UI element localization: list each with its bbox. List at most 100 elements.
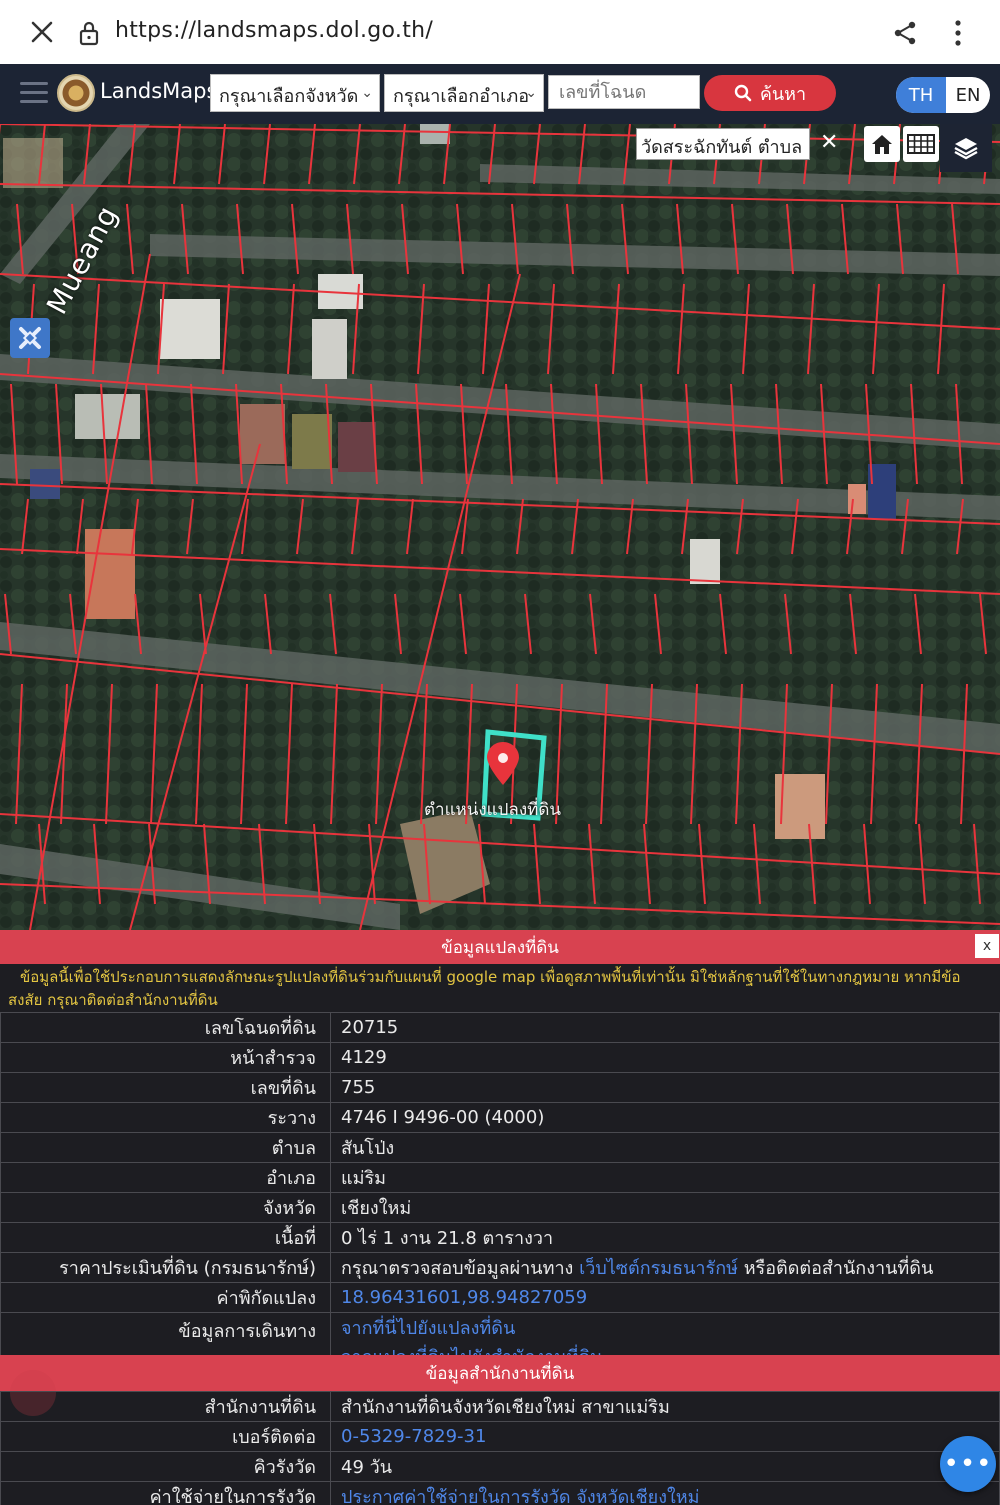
row-value: กรุณาตรวจสอบข้อมูลผ่านทาง เว็บไซต์กรมธนา… bbox=[330, 1252, 1000, 1283]
row-key: อำเภอ bbox=[0, 1162, 331, 1193]
parcel-info-table: เลขโฉนดที่ดิน 20715 หน้าสำรวจ 4129 เลขที่ดิน… bbox=[0, 1012, 1000, 1372]
row-value-text: 4746 I 9496-00 (4000) bbox=[341, 1107, 545, 1128]
table-row: หน้าสำรวจ 4129 bbox=[0, 1042, 1000, 1073]
row-key: ตำบล bbox=[0, 1132, 331, 1163]
panel-close-button[interactable]: x bbox=[975, 934, 999, 958]
province-select-value: กรุณาเลือกจังหวัด bbox=[219, 86, 359, 107]
table-row: เลขที่ดิน 755 bbox=[0, 1072, 1000, 1103]
chevron-down-icon: ⌄ bbox=[361, 85, 373, 101]
search-button[interactable]: ค้นหา bbox=[704, 75, 836, 111]
district-select[interactable]: กรุณาเลือกอำเภอ ⌄ bbox=[384, 74, 544, 112]
land-office-table: สำนักงานที่ดิน สำนักงานที่ดินจังหวัดเชียง… bbox=[0, 1391, 1000, 1505]
directions-to-parcel-link[interactable]: จากที่นี่ไปยังแปลงที่ดิน bbox=[341, 1318, 515, 1339]
table-row: ข้อมูลการเดินทาง จากที่นี่ไปยังแปลงที่ดิ… bbox=[0, 1312, 1000, 1372]
appraisal-suffix: หรือติดต่อสำนักงานที่ดิน bbox=[737, 1258, 934, 1279]
district-select-value: กรุณาเลือกอำเภอ bbox=[393, 86, 530, 107]
row-value: 755 bbox=[330, 1072, 1000, 1103]
row-key: ระวาง bbox=[0, 1102, 331, 1133]
row-value-text: 755 bbox=[341, 1077, 376, 1098]
table-row: คิวรังวัด 49 วัน bbox=[0, 1451, 1000, 1482]
coordinates-link[interactable]: 18.96431601,98.94827059 bbox=[341, 1287, 587, 1308]
province-select[interactable]: กรุณาเลือกจังหวัด ⌄ bbox=[210, 74, 380, 112]
grid-button[interactable] bbox=[903, 126, 939, 162]
search-icon bbox=[734, 84, 752, 102]
home-button[interactable] bbox=[864, 126, 900, 162]
parcel-location-label: ตำแหน่งแปลงที่ดิน bbox=[424, 800, 562, 820]
ruler-pencil-icon bbox=[19, 327, 41, 349]
row-key: เบอร์ติดต่อ bbox=[0, 1421, 331, 1452]
row-value-text: แม่ริม bbox=[341, 1168, 386, 1189]
row-value[interactable]: 0-5329-7829-31 bbox=[330, 1421, 1000, 1452]
row-key: เลขที่ดิน bbox=[0, 1072, 331, 1103]
search-button-label: ค้นหา bbox=[759, 83, 807, 105]
table-row: ตำบล สันโป่ง bbox=[0, 1132, 1000, 1163]
row-value-text: 0 ไร่ 1 งาน 21.8 ตารางวา bbox=[341, 1228, 554, 1249]
url-text[interactable]: https://landsmaps.dol.go.th/ bbox=[115, 18, 433, 43]
table-row: ระวาง 4746 I 9496-00 (4000) bbox=[0, 1102, 1000, 1133]
brand-name: LandsMaps bbox=[100, 79, 218, 103]
row-value: สำนักงานที่ดินจังหวัดเชียงใหม่ สาขาแม่ริ… bbox=[330, 1391, 1000, 1422]
layers-icon bbox=[954, 138, 978, 160]
home-icon bbox=[872, 135, 892, 154]
disclaimer-line-2: สงสัย กรุณาติดต่อสำนักงานที่ดิน bbox=[8, 991, 218, 1009]
more-actions-button[interactable]: ••• bbox=[940, 1436, 996, 1492]
row-value-text: 49 วัน bbox=[341, 1457, 393, 1478]
row-key: เลขโฉนดที่ดิน bbox=[0, 1012, 331, 1043]
row-value: 4746 I 9496-00 (4000) bbox=[330, 1102, 1000, 1133]
row-key: ค่าพิกัดแปลง bbox=[0, 1282, 331, 1313]
parcel-info-header: ข้อมูลแปลงที่ดิน bbox=[0, 930, 1000, 964]
map-place-search[interactable]: วัดสระฉักทันต์ ตำบล bbox=[636, 128, 810, 160]
share-icon[interactable] bbox=[892, 20, 918, 46]
app-header: LandsMaps กรุณาเลือกจังหวัด ⌄ กรุณาเลือกอ… bbox=[0, 64, 1000, 124]
satellite-map[interactable]: Mueang ตำแหน่งแปลงที่ดิน วัดสระฉักทันต์ … bbox=[0, 124, 1000, 930]
row-value: 0 ไร่ 1 งาน 21.8 ตารางวา bbox=[330, 1222, 1000, 1253]
row-value: 18.96431601,98.94827059 bbox=[330, 1282, 1000, 1313]
menu-icon[interactable] bbox=[20, 82, 48, 106]
department-logo bbox=[57, 74, 95, 112]
table-row: สำนักงานที่ดิน สำนักงานที่ดินจังหวัดเชียง… bbox=[0, 1391, 1000, 1422]
disclaimer-line-1: ข้อมูลนี้เพื่อใช้ประกอบการแสดงลักษณะรูปแ… bbox=[20, 968, 961, 986]
disclaimer-text: ข้อมูลนี้เพื่อใช้ประกอบการแสดงลักษณะรูปแ… bbox=[0, 964, 1000, 1012]
table-row: จังหวัด เชียงใหม่ bbox=[0, 1192, 1000, 1223]
chevron-down-icon: ⌄ bbox=[525, 85, 537, 101]
table-row: ราคาประเมินที่ดิน (กรมธนารักษ์) กรุณาตรว… bbox=[0, 1252, 1000, 1283]
row-key: คิวรังวัด bbox=[0, 1451, 331, 1482]
row-value-text: สำนักงานที่ดินจังหวัดเชียงใหม่ สาขาแม่ริ… bbox=[341, 1397, 670, 1418]
row-value-text[interactable]: 0-5329-7829-31 bbox=[341, 1426, 486, 1447]
row-value: เชียงใหม่ bbox=[330, 1192, 1000, 1223]
table-row: เนื้อที่ 0 ไร่ 1 งาน 21.8 ตารางวา bbox=[0, 1222, 1000, 1253]
measure-tool-button[interactable] bbox=[10, 318, 50, 358]
deed-number-input[interactable] bbox=[548, 75, 700, 109]
table-row: อำเภอ แม่ริม bbox=[0, 1162, 1000, 1193]
lock-icon bbox=[79, 21, 99, 46]
row-value-text: สันโป่ง bbox=[341, 1138, 395, 1159]
row-key: ราคาประเมินที่ดิน (กรมธนารักษ์) bbox=[0, 1252, 331, 1283]
lang-en-button[interactable]: EN bbox=[946, 77, 990, 113]
close-icon[interactable] bbox=[28, 18, 56, 46]
row-value: 4129 bbox=[330, 1042, 1000, 1073]
table-row: ค่าใช้จ่ายในการรังวัด ประกาศค่าใช้จ่ายในก… bbox=[0, 1481, 1000, 1505]
row-key: จังหวัด bbox=[0, 1192, 331, 1223]
row-value-text: 20715 bbox=[341, 1017, 399, 1038]
language-toggle[interactable]: TH EN bbox=[896, 77, 990, 113]
row-key: ค่าใช้จ่ายในการรังวัด bbox=[0, 1481, 331, 1505]
row-value: 49 วัน bbox=[330, 1451, 1000, 1482]
row-value: แม่ริม bbox=[330, 1162, 1000, 1193]
row-key: เนื้อที่ bbox=[0, 1222, 331, 1253]
row-value: 20715 bbox=[330, 1012, 1000, 1043]
more-options-icon[interactable] bbox=[948, 18, 968, 48]
grid-icon bbox=[907, 134, 935, 154]
appraisal-prefix: กรุณาตรวจสอบข้อมูลผ่านทาง bbox=[341, 1258, 580, 1279]
row-key: หน้าสำรวจ bbox=[0, 1042, 331, 1073]
row-value: จากที่นี่ไปยังแปลงที่ดิน bbox=[330, 1312, 1000, 1342]
row-key: สำนักงานที่ดิน bbox=[0, 1391, 331, 1422]
row-value-text[interactable]: ประกาศค่าใช้จ่ายในการรังวัด จังหวัดเชียง… bbox=[341, 1487, 700, 1505]
table-row: เบอร์ติดต่อ 0-5329-7829-31 bbox=[0, 1421, 1000, 1452]
layers-button[interactable] bbox=[940, 124, 992, 172]
clear-search-icon[interactable]: ✕ bbox=[820, 130, 838, 155]
row-value[interactable]: ประกาศค่าใช้จ่ายในการรังวัด จังหวัดเชียง… bbox=[330, 1481, 1000, 1505]
row-value-text: เชียงใหม่ bbox=[341, 1198, 412, 1219]
lang-th-button[interactable]: TH bbox=[896, 77, 946, 113]
row-value: สันโป่ง bbox=[330, 1132, 1000, 1163]
treasury-website-link[interactable]: เว็บไซต์กรมธนารักษ์ bbox=[579, 1258, 738, 1279]
